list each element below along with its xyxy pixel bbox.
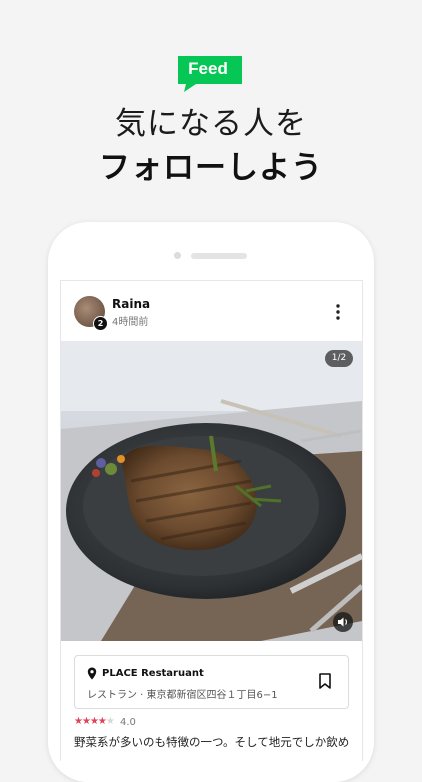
feed-badge-label: Feed: [188, 59, 228, 78]
user-name[interactable]: Raina: [112, 297, 150, 311]
empty-star-icon: ★: [105, 716, 115, 727]
feed-badge: Feed: [176, 56, 244, 92]
photo-page-indicator: 1/2: [325, 350, 353, 367]
more-vertical-icon: [336, 304, 340, 320]
camera-dot: [174, 252, 181, 259]
headline-line2: フォローしよう: [99, 150, 323, 186]
rating-value: 4.0: [120, 717, 136, 728]
star-icon: ★: [81, 716, 91, 727]
steak-photo: [61, 341, 362, 641]
speaker-bar: [191, 253, 247, 259]
avatar-count-badge: 2: [93, 316, 108, 331]
place-card[interactable]: PLACE Restaruant レストラン · 東京都新宿区四谷１丁目6−1: [74, 655, 349, 709]
location-pin-icon: [87, 667, 97, 680]
star-icon: ★: [89, 716, 99, 727]
sound-icon: [338, 617, 348, 627]
star-icon: ★: [74, 716, 83, 727]
place-name: PLACE Restaruant: [102, 668, 204, 679]
more-options-button[interactable]: [331, 303, 345, 321]
post-card: 2 Raina 4時間前 1/2 PLACE Restaruant レストラン …: [60, 280, 363, 761]
post-time: 4時間前: [112, 317, 149, 328]
half-star-icon: ★: [97, 716, 107, 727]
place-address: レストラン · 東京都新宿区四谷１丁目6−1: [87, 690, 278, 701]
post-photo[interactable]: 1/2: [61, 341, 362, 641]
sound-button[interactable]: [333, 612, 353, 632]
headline-line1: 気になる人を: [115, 106, 307, 142]
review-text: 野菜系が多いのも特徴の一つ。そして地元でしか飲め: [74, 735, 350, 749]
star-rating: ★★★★★: [74, 716, 115, 727]
bookmark-icon[interactable]: [319, 673, 331, 689]
